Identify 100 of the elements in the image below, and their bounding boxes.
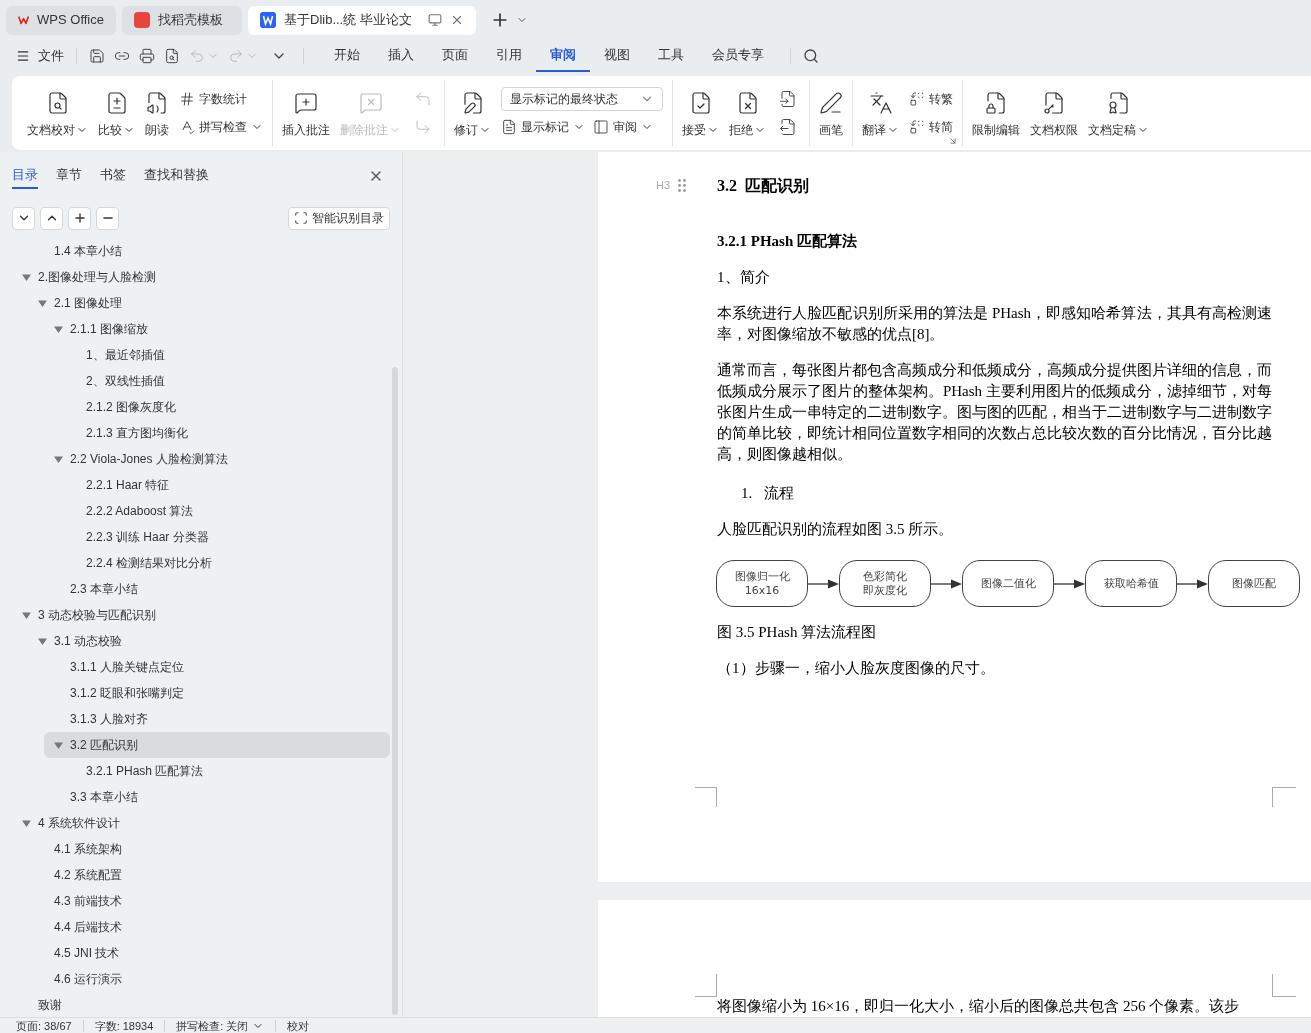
ribbon-button[interactable]: 转繁	[909, 87, 953, 111]
save-button[interactable]	[89, 48, 105, 64]
collapse-button[interactable]	[12, 206, 35, 230]
remove-level-button[interactable]	[96, 206, 119, 230]
toc-item[interactable]: 4.1 系统架构	[28, 836, 390, 862]
preview-button[interactable]	[164, 48, 180, 64]
paragraph: 1、简介	[717, 268, 771, 287]
app-icon	[134, 12, 150, 28]
window-tab[interactable]: 基于Dlib...统 毕业论文	[248, 5, 476, 35]
ribbon-tab[interactable]: 会员专享	[698, 40, 778, 72]
ribbon-button[interactable]: 画笔	[819, 87, 843, 139]
toc-item[interactable]: 3.1 动态校验	[28, 628, 390, 654]
toc-item[interactable]: 2、双线性插值	[60, 368, 390, 394]
toc-item[interactable]: 3.1.2 眨眼和张嘴判定	[44, 680, 390, 706]
crop-mark	[695, 974, 717, 997]
toc-item[interactable]: 2.2.2 Adaboost 算法	[60, 498, 390, 524]
scrollbar[interactable]	[392, 367, 398, 1015]
ribbon-tab[interactable]: 工具	[644, 40, 698, 72]
expanded-icon[interactable]	[22, 818, 31, 828]
heading-level-marker: H3	[656, 178, 671, 193]
expanded-icon[interactable]	[54, 324, 63, 334]
toc-item[interactable]: 2.1.3 直方图均衡化	[60, 420, 390, 446]
toc-item[interactable]: 4 系统软件设计	[12, 810, 390, 836]
next-comment-icon	[414, 118, 432, 136]
expanded-icon[interactable]	[38, 636, 47, 646]
toc-item[interactable]: 致谢	[12, 992, 390, 1017]
toc-item[interactable]: 4.3 前端技术	[28, 888, 390, 914]
add-level-button[interactable]	[68, 206, 91, 230]
toc-item[interactable]: 3.2.1 PHash 匹配算法	[60, 758, 390, 784]
sidebar-tab[interactable]: 查找和替换	[144, 163, 209, 189]
toc-item[interactable]: 3.2 匹配识别	[44, 732, 390, 758]
toc-item[interactable]: 2.1.2 图像灰度化	[60, 394, 390, 420]
ribbon-button[interactable]: 翻译	[862, 87, 899, 139]
ribbon-tab[interactable]: 引用	[482, 40, 536, 72]
crop-mark	[695, 787, 717, 807]
ribbon-tab[interactable]: 页面	[428, 40, 482, 72]
arrow-icon	[808, 578, 839, 589]
ribbon-tab[interactable]: 审阅	[536, 40, 590, 72]
toc-item[interactable]: 2.2.1 Haar 特征	[60, 472, 390, 498]
toc-item[interactable]: 3.1.1 人脸关键点定位	[44, 654, 390, 680]
ribbon-button[interactable]: 字数统计	[179, 87, 247, 111]
comment-delete-icon	[358, 91, 383, 115]
ribbon-button[interactable]: 转简	[909, 115, 953, 139]
sidebar-tab[interactable]: 章节	[56, 163, 82, 189]
ribbon-button[interactable]: 文档权限	[1030, 87, 1078, 139]
ribbon-tab[interactable]: 视图	[590, 40, 644, 72]
ribbon-button[interactable]: 插入批注	[282, 87, 330, 139]
expanded-icon[interactable]	[22, 272, 31, 282]
toc-item[interactable]: 2.图像处理与人脸检测	[12, 264, 390, 290]
toc-item[interactable]: 4.2 系统配置	[28, 862, 390, 888]
ribbon-tab[interactable]: 插入	[374, 40, 428, 72]
window-tab[interactable]: 找稻壳模板	[122, 5, 242, 35]
ribbon-button[interactable]: 比较	[98, 87, 135, 139]
ribbon-tab[interactable]: 开始	[320, 40, 374, 72]
sidebar-tab[interactable]: 目录	[12, 163, 38, 189]
toc-item[interactable]: 2.2 Viola-Jones 人脸检测算法	[44, 446, 390, 472]
ribbon-button[interactable]: 文档定稿	[1088, 87, 1149, 139]
toc-item[interactable]: 2.1.1 图像缩放	[44, 316, 390, 342]
window-tab[interactable]: WPS Office	[6, 5, 116, 35]
toc-item[interactable]: 4.6 运行演示	[28, 966, 390, 992]
subheading: 3.2.1 PHash 匹配算法	[717, 232, 858, 251]
toc-item[interactable]: 4.4 后端技术	[28, 914, 390, 940]
toc-item[interactable]: 2.2.3 训练 Haar 分类器	[60, 524, 390, 550]
launcher-icon[interactable]	[948, 136, 958, 146]
sidebar-tab[interactable]: 书签	[100, 163, 126, 189]
toc-item[interactable]: 1、最近邻插值	[60, 342, 390, 368]
toc-item[interactable]: 1.4 本章小结	[28, 238, 390, 264]
ribbon-button[interactable]: 接受	[682, 87, 719, 139]
search-icon[interactable]	[803, 48, 819, 64]
ribbon-button[interactable]: 审阅	[593, 115, 653, 139]
toc-item[interactable]: 2.1 图像处理	[28, 290, 390, 316]
ribbon-button[interactable]: 朗读	[145, 87, 169, 139]
monitor-icon[interactable]	[427, 13, 442, 27]
ribbon-button[interactable]: 限制编辑	[972, 87, 1020, 139]
smart-toc-button[interactable]: 智能识别目录	[288, 206, 390, 230]
preview-icon	[164, 48, 180, 64]
expanded-icon[interactable]	[54, 454, 63, 464]
toc-item[interactable]: 3.1.3 人脸对齐	[44, 706, 390, 732]
ribbon-button[interactable]: 显示标记	[501, 115, 585, 139]
toc-item[interactable]: 2.3 本章小结	[44, 576, 390, 602]
ribbon-button[interactable]: 修订	[454, 87, 491, 139]
ribbon-button[interactable]: 文档校对	[27, 87, 88, 139]
toc-item[interactable]: 3 动态校验与匹配识别	[12, 602, 390, 628]
print-button[interactable]	[139, 48, 155, 64]
toc-item[interactable]: 2.2.4 检测结果对比分析	[60, 550, 390, 576]
arrow-icon	[1177, 578, 1208, 589]
expanded-icon[interactable]	[54, 740, 63, 750]
markup-state-select[interactable]: 显示标记的最终状态	[501, 87, 663, 111]
ribbon-button[interactable]: 拒绝	[729, 87, 766, 139]
list-item: 流程	[764, 484, 795, 503]
toc-item[interactable]: 4.5 JNI 技术	[28, 940, 390, 966]
expanded-icon[interactable]	[38, 298, 47, 308]
status-item[interactable]: 拼写检查: 关闭	[176, 1018, 265, 1033]
toc-item[interactable]: 3.3 本章小结	[44, 784, 390, 810]
expand-button[interactable]	[40, 206, 63, 230]
expanded-icon[interactable]	[22, 610, 31, 620]
file-menu[interactable]: 文件	[16, 46, 76, 66]
ribbon-button[interactable]: 拼写检查	[179, 115, 263, 139]
arrow-icon	[1054, 578, 1085, 589]
drag-handle-icon[interactable]	[678, 178, 687, 192]
